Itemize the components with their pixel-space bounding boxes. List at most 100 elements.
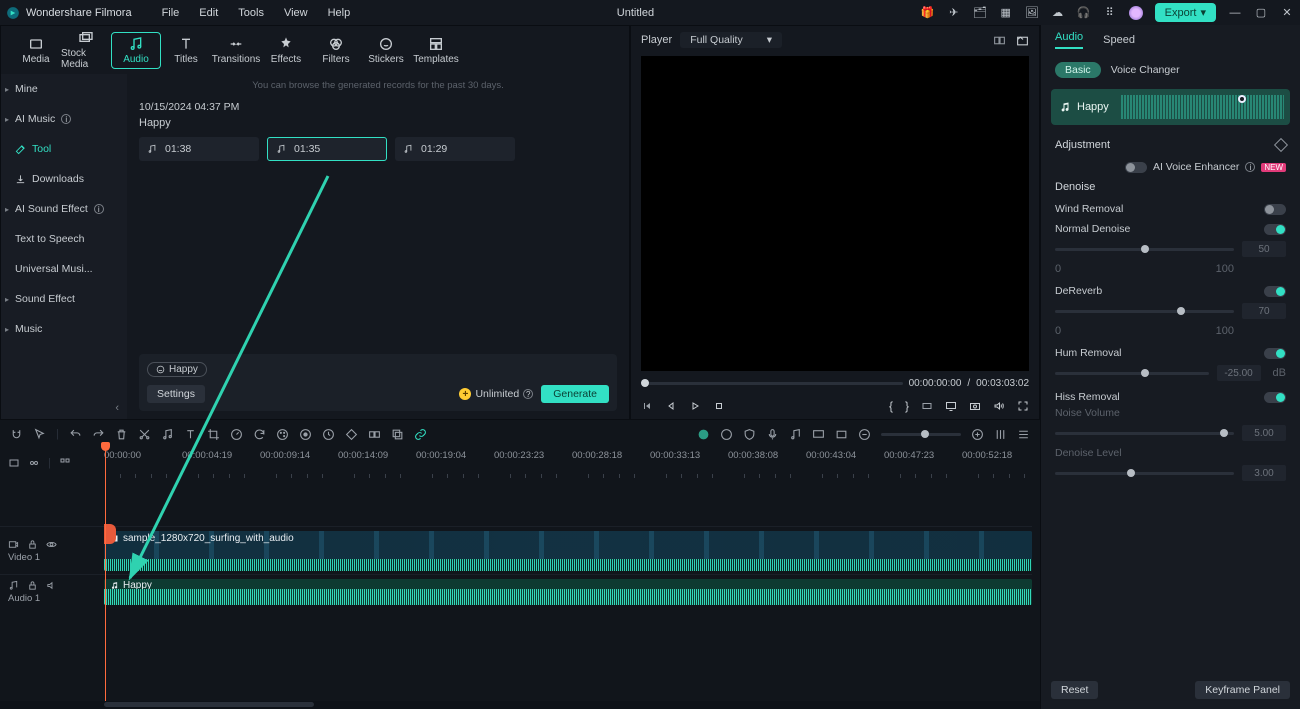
audio-beat-icon[interactable]	[161, 428, 174, 441]
cut-icon[interactable]	[138, 428, 151, 441]
lock-icon[interactable]	[27, 539, 38, 550]
wind-removal-toggle[interactable]	[1264, 204, 1286, 215]
hum-removal-toggle[interactable]	[1264, 348, 1286, 359]
record-icon[interactable]	[299, 428, 312, 441]
preview-viewport[interactable]	[641, 56, 1029, 371]
ai-icon[interactable]	[697, 428, 710, 441]
apps-icon[interactable]: ⠿	[1103, 6, 1117, 20]
play-icon[interactable]	[689, 400, 701, 412]
undo-icon[interactable]	[69, 428, 82, 441]
settings-button[interactable]: Settings	[147, 385, 205, 403]
mic-icon[interactable]	[766, 428, 779, 441]
tab-stickers[interactable]: Stickers	[361, 33, 411, 68]
rotate-icon[interactable]	[253, 428, 266, 441]
group-icon[interactable]	[368, 428, 381, 441]
fullscreen-icon[interactable]	[1017, 400, 1029, 412]
seek-bar[interactable]	[641, 382, 903, 385]
compare-icon[interactable]	[993, 34, 1006, 47]
subtab-voice-changer[interactable]: Voice Changer	[1111, 64, 1180, 76]
ai-voice-enhancer-toggle[interactable]	[1125, 162, 1147, 173]
audio-clip-2[interactable]: 01:35	[267, 137, 387, 161]
play-backward-icon[interactable]	[665, 400, 677, 412]
speed-icon[interactable]	[230, 428, 243, 441]
tab-audio[interactable]: Audio	[111, 32, 161, 69]
display-icon[interactable]	[945, 400, 957, 412]
menu-edit[interactable]: Edit	[199, 7, 218, 19]
normal-denoise-toggle[interactable]	[1264, 224, 1286, 235]
mute-icon[interactable]	[46, 539, 57, 550]
dereverb-slider[interactable]	[1055, 310, 1234, 313]
dereverb-value[interactable]: 70	[1242, 303, 1286, 319]
timeline-tracks[interactable]: sample_1280x720_surfing_with_audio Happy	[104, 478, 1040, 701]
timeline-scrollbar[interactable]	[0, 701, 1040, 709]
mood-tag[interactable]: Happy	[147, 362, 207, 377]
music-icon[interactable]	[789, 428, 802, 441]
menu-tools[interactable]: Tools	[238, 7, 264, 19]
hum-removal-value[interactable]: -25.00	[1217, 365, 1261, 381]
selected-audio-card[interactable]: Happy	[1051, 89, 1290, 125]
headphones-icon[interactable]: 🎧	[1077, 6, 1091, 20]
close-button[interactable]: ✕	[1280, 6, 1294, 20]
video-clip[interactable]: sample_1280x720_surfing_with_audio	[104, 531, 1032, 571]
camera-icon[interactable]	[969, 400, 981, 412]
sidebar-item-music[interactable]: ▸Music	[1, 314, 127, 344]
text-icon[interactable]	[184, 428, 197, 441]
video-track-header[interactable]: Video 1	[0, 526, 104, 574]
track-add-icon[interactable]	[8, 457, 20, 469]
magnet-icon[interactable]	[10, 428, 23, 441]
audio-clip-3[interactable]: 01:29	[395, 137, 515, 161]
track-settings-icon[interactable]	[59, 457, 71, 469]
sidebar-item-downloads[interactable]: Downloads	[1, 164, 127, 194]
normal-denoise-value[interactable]: 50	[1242, 241, 1286, 257]
prev-frame-icon[interactable]	[641, 400, 653, 412]
cloud-icon[interactable]: ☁	[1051, 6, 1065, 20]
noise-volume-value[interactable]: 5.00	[1242, 425, 1286, 441]
info-icon[interactable]: i	[1245, 162, 1255, 172]
tab-templates[interactable]: Templates	[411, 33, 461, 68]
lock-icon[interactable]	[27, 580, 38, 591]
unlimited-badge[interactable]: +Unlimited?	[459, 388, 533, 400]
smile-icon[interactable]	[720, 428, 733, 441]
snapshot-icon[interactable]	[1016, 34, 1029, 47]
zoom-slider[interactable]	[881, 433, 961, 436]
mark-out-icon[interactable]: }	[905, 399, 909, 413]
sidebar-collapse[interactable]: ‹	[1, 397, 127, 419]
normal-denoise-slider[interactable]	[1055, 248, 1234, 251]
denoise-level-value[interactable]: 3.00	[1242, 465, 1286, 481]
ratio-icon[interactable]	[921, 400, 933, 412]
mark-in-icon[interactable]: {	[889, 399, 893, 413]
zoom-in-icon[interactable]	[971, 428, 984, 441]
inspector-tab-audio[interactable]: Audio	[1055, 31, 1083, 49]
volume-icon[interactable]	[46, 580, 57, 591]
playhead[interactable]	[105, 448, 106, 701]
zoom-out-icon[interactable]	[858, 428, 871, 441]
tab-stock-media[interactable]: Stock Media	[61, 27, 111, 73]
image-icon[interactable]: 🖼	[1025, 6, 1039, 20]
quality-select[interactable]: Full Quality▾	[680, 32, 782, 48]
sidebar-item-sound-effect[interactable]: ▸Sound Effect	[1, 284, 127, 314]
sidebar-item-tool[interactable]: Tool	[1, 134, 127, 164]
cursor-icon[interactable]	[33, 428, 46, 441]
subtab-basic[interactable]: Basic	[1055, 62, 1101, 78]
keyframe-icon[interactable]	[345, 428, 358, 441]
redo-icon[interactable]	[92, 428, 105, 441]
crop-icon[interactable]	[207, 428, 220, 441]
dereverb-toggle[interactable]	[1264, 286, 1286, 297]
track-link-icon[interactable]	[28, 457, 40, 469]
noise-volume-slider[interactable]	[1055, 432, 1234, 435]
minimize-button[interactable]: —	[1228, 6, 1242, 20]
color-icon[interactable]	[276, 428, 289, 441]
generate-button[interactable]: Generate	[541, 385, 609, 403]
reset-button[interactable]: Reset	[1051, 681, 1098, 699]
mixer-icon[interactable]	[994, 428, 1007, 441]
list-icon[interactable]	[1017, 428, 1030, 441]
inspector-tab-speed[interactable]: Speed	[1103, 34, 1135, 46]
menu-file[interactable]: File	[162, 7, 180, 19]
keyframe-diamond-icon[interactable]	[1274, 138, 1288, 152]
link-icon[interactable]	[414, 428, 427, 441]
tab-media[interactable]: Media	[11, 33, 61, 68]
hum-removal-slider[interactable]	[1055, 372, 1209, 375]
grid-icon[interactable]: ▦	[999, 6, 1013, 20]
hiss-removal-toggle[interactable]	[1264, 392, 1286, 403]
sidebar-item-mine[interactable]: ▸Mine	[1, 74, 127, 104]
